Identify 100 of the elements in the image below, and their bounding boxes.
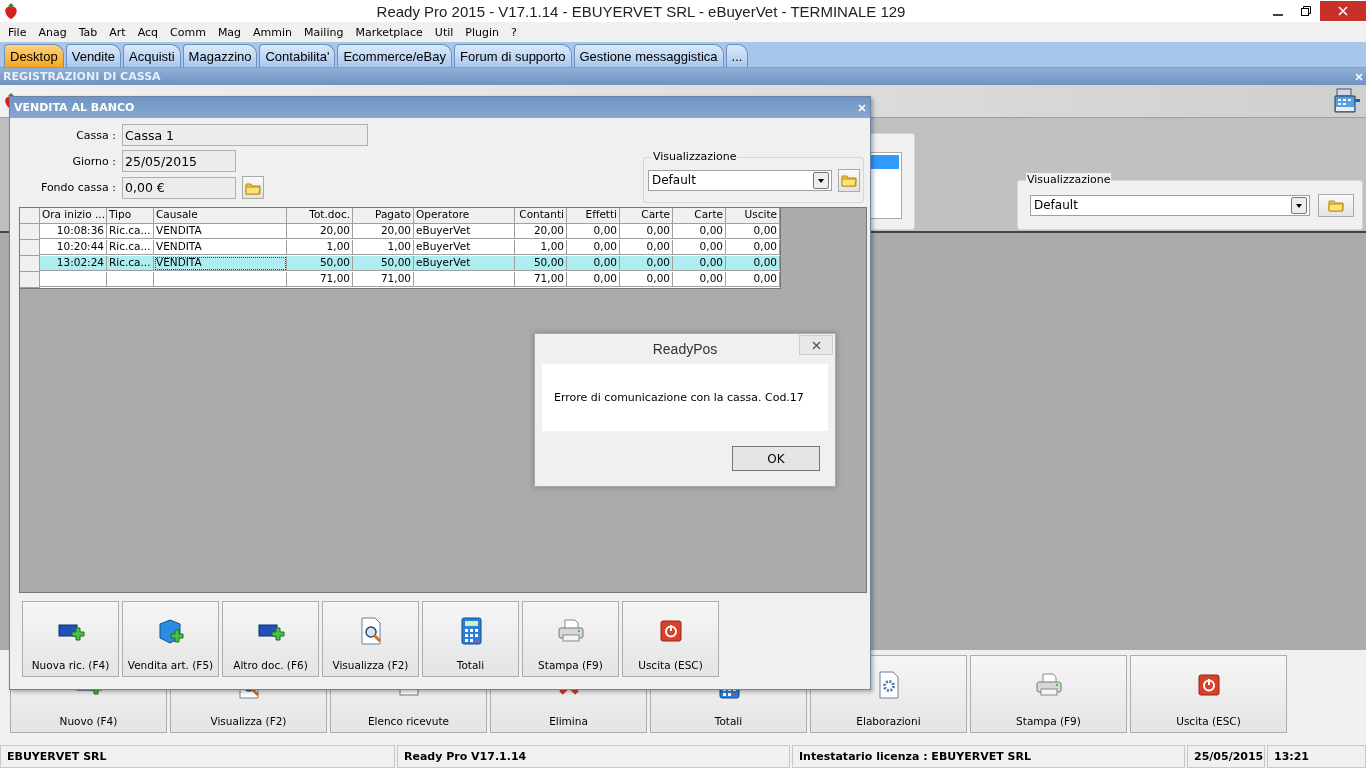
action-button[interactable]: Visualizza (F2) <box>322 601 419 677</box>
table-cell: VENDITA <box>154 256 287 271</box>
column-header[interactable]: Operatore <box>414 208 515 224</box>
menu-item[interactable]: ? <box>505 25 523 39</box>
column-header[interactable]: Contanti <box>515 208 567 224</box>
tab[interactable]: Vendite <box>65 44 122 67</box>
action-button[interactable]: Uscita (ESC) <box>622 601 719 677</box>
table-cell: 0,00 <box>726 240 780 255</box>
view-select[interactable]: Default <box>648 169 832 191</box>
field-label: Giorno : <box>71 154 116 168</box>
folder-button[interactable] <box>838 168 860 192</box>
tab[interactable]: Acquisti <box>123 44 181 67</box>
table-cell: 50,00 <box>287 256 353 271</box>
input-field[interactable]: Cassa 1 <box>122 124 368 146</box>
menu-item[interactable]: Marketplace <box>349 25 429 39</box>
table-cell: 20,00 <box>353 224 414 239</box>
caret-icon[interactable] <box>813 171 829 189</box>
column-header[interactable]: Carte <box>620 208 673 224</box>
menu-item[interactable]: File <box>2 25 33 39</box>
tab[interactable]: Desktop <box>4 44 64 67</box>
field-label: Cassa : <box>75 128 116 142</box>
restore-icon <box>1301 6 1311 16</box>
close-icon[interactable] <box>1355 72 1363 81</box>
row-header[interactable] <box>20 256 40 272</box>
row-header[interactable] <box>20 224 40 240</box>
menu-item[interactable]: Util <box>428 25 460 39</box>
total-cell: 71,00 <box>515 272 567 287</box>
table-cell: 10:08:36 <box>40 224 107 239</box>
row-header[interactable] <box>20 240 40 256</box>
menu-item[interactable]: Mag <box>211 25 248 39</box>
ok-button[interactable]: OK <box>732 446 820 471</box>
table-cell: 13:02:24 <box>40 256 107 271</box>
table-cell: 0,00 <box>567 224 620 239</box>
table-cell: VENDITA <box>154 240 287 255</box>
column-header[interactable]: Causale <box>154 208 287 224</box>
folder-icon <box>1328 198 1344 212</box>
table-cell: 0,00 <box>567 240 620 255</box>
minimize-icon <box>1273 14 1283 16</box>
input-field[interactable]: 25/05/2015 <box>122 150 236 172</box>
table-cell: VENDITA <box>154 224 287 239</box>
tab[interactable]: Forum di supporto <box>454 44 572 67</box>
column-header[interactable]: Tipo <box>107 208 154 224</box>
folder-icon <box>841 173 857 187</box>
menu-item[interactable]: Acq <box>131 25 165 39</box>
total-cell: 71,00 <box>287 272 353 287</box>
toolbar-button[interactable]: Stampa (F9) <box>970 655 1127 733</box>
status-cell: Ready Pro V17.1.14 <box>397 745 790 768</box>
menu-item[interactable]: Anag <box>32 25 73 39</box>
action-button[interactable]: Totali <box>422 601 519 677</box>
menu-item[interactable]: Ammin <box>247 25 299 39</box>
menu-item[interactable]: Mailing <box>298 25 350 39</box>
close-icon[interactable] <box>858 103 866 112</box>
table-cell: 0,00 <box>673 224 726 239</box>
table-cell: 0,00 <box>620 224 673 239</box>
column-header[interactable]: Effetti <box>567 208 620 224</box>
table-cell: 50,00 <box>353 256 414 271</box>
column-header[interactable]: Ora inizio ... <box>40 208 107 224</box>
toolbar-button[interactable]: Uscita (ESC) <box>1130 655 1287 733</box>
column-header[interactable]: Carte <box>673 208 726 224</box>
input-field[interactable]: 0,00 € <box>122 176 236 199</box>
column-header[interactable]: Pagato <box>353 208 414 224</box>
group-legend: Visualizzazione <box>652 150 738 163</box>
folder-button[interactable] <box>1318 193 1354 217</box>
menu-item[interactable]: Plugin <box>459 25 505 39</box>
tab[interactable]: Magazzino <box>182 44 258 67</box>
column-header[interactable]: Tot.doc. <box>287 208 353 224</box>
close-button[interactable] <box>799 335 833 355</box>
folder-button[interactable] <box>242 176 264 199</box>
tab[interactable]: ... <box>725 44 749 67</box>
action-button[interactable]: Altro doc. (F6) <box>222 601 319 677</box>
window-title: Ready Pro 2015 - V17.1.14 - EBUYERVET SRL - eBuyerVet - TERMINALE 129 <box>375 2 907 20</box>
view-select[interactable]: Default <box>1030 194 1310 216</box>
table-cell: 0,00 <box>673 240 726 255</box>
tab[interactable]: Gestione messaggistica <box>573 44 724 67</box>
table-cell: 0,00 <box>567 256 620 271</box>
status-cell: 13:21 <box>1267 745 1366 768</box>
field-label: Fondo cassa : <box>39 181 116 194</box>
action-button[interactable]: Stampa (F9) <box>522 601 619 677</box>
total-cell: 0,00 <box>620 272 673 287</box>
caret-icon[interactable] <box>1291 196 1307 214</box>
table-cell: Ric.ca... <box>107 224 154 239</box>
table-cell: 50,00 <box>515 256 567 271</box>
table-cell: Ric.ca... <box>107 256 154 271</box>
table-cell: Ric.ca... <box>107 240 154 255</box>
tab[interactable]: Ecommerce/eBay <box>337 44 452 67</box>
table-cell: 0,00 <box>620 240 673 255</box>
menu-item[interactable]: Comm <box>164 25 212 39</box>
status-cell: Intestatario licenza : EBUYERVET SRL <box>792 745 1185 768</box>
menu-item[interactable]: Art <box>103 25 132 39</box>
action-button[interactable]: Nuova ric. (F4) <box>22 601 119 677</box>
dialog-title: ReadyPos <box>652 341 718 357</box>
menu-item[interactable]: Tab <box>72 25 104 39</box>
cash-register-icon[interactable] <box>1332 86 1362 116</box>
column-header[interactable]: Uscite <box>726 208 780 224</box>
tab[interactable]: Contabilita' <box>259 44 336 67</box>
table-cell: 20,00 <box>515 224 567 239</box>
action-button[interactable]: Vendita art. (F5) <box>122 601 219 677</box>
dialog-message: Errore di comunicazione con la cassa. Cod.17 <box>554 391 804 404</box>
total-cell: 0,00 <box>673 272 726 287</box>
table-cell: 1,00 <box>353 240 414 255</box>
